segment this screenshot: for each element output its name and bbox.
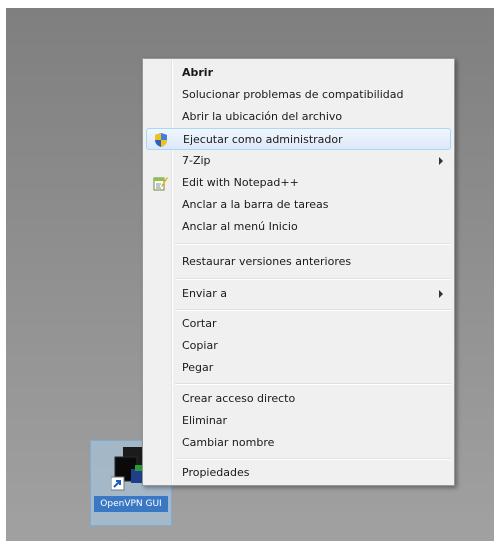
menu-item-abrir-ubicacion[interactable]: Abrir la ubicación del archivo [146, 106, 451, 128]
menu-item-7zip[interactable]: 7-Zip [146, 150, 451, 172]
menu-item-label: Anclar a la barra de tareas [182, 198, 329, 211]
menu-item-crear-acceso-directo[interactable]: Crear acceso directo [146, 388, 451, 410]
menu-separator [175, 278, 451, 280]
submenu-arrow-icon [439, 157, 443, 165]
menu-item-label: Edit with Notepad++ [182, 176, 299, 189]
menu-item-label: Abrir la ubicación del archivo [182, 110, 343, 123]
menu-item-label: Abrir [182, 66, 214, 79]
menu-item-label: Cortar [182, 317, 217, 330]
menu-separator [175, 458, 451, 460]
menu-item-anclar-menu-inicio[interactable]: Anclar al menú Inicio [146, 216, 451, 238]
menu-item-solucionar-compatibilidad[interactable]: Solucionar problemas de compatibilidad [146, 84, 451, 106]
menu-separator [175, 383, 451, 385]
menu-item-label: Copiar [182, 339, 218, 352]
context-menu: Abrir Solucionar problemas de compatibil… [142, 58, 455, 486]
menu-item-label: Anclar al menú Inicio [182, 220, 298, 233]
menu-item-pegar[interactable]: Pegar [146, 357, 451, 379]
menu-item-propiedades[interactable]: Propiedades [146, 462, 451, 484]
menu-item-ejecutar-administrador[interactable]: Ejecutar como administrador [146, 128, 451, 150]
menu-item-label: Enviar a [182, 287, 227, 300]
menu-item-copiar[interactable]: Copiar [146, 335, 451, 357]
menu-item-eliminar[interactable]: Eliminar [146, 410, 451, 432]
menu-item-label: 7-Zip [182, 154, 211, 167]
menu-item-label: Solucionar problemas de compatibilidad [182, 88, 404, 101]
menu-item-edit-notepad[interactable]: Edit with Notepad++ [146, 172, 451, 194]
menu-item-anclar-barra-tareas[interactable]: Anclar a la barra de tareas [146, 194, 451, 216]
menu-item-label: Cambiar nombre [182, 436, 275, 449]
menu-item-label: Crear acceso directo [182, 392, 296, 405]
menu-item-label: Restaurar versiones anteriores [182, 255, 352, 268]
menu-item-restaurar-versiones[interactable]: Restaurar versiones anteriores [146, 251, 451, 273]
menu-item-abrir[interactable]: Abrir [146, 62, 451, 84]
notepad-plus-plus-icon [153, 177, 168, 191]
uac-shield-icon [155, 133, 167, 147]
menu-separator [175, 309, 451, 311]
menu-separator [175, 243, 451, 245]
desktop-icon-label: OpenVPN GUI [94, 496, 168, 512]
menu-item-label: Propiedades [182, 466, 250, 479]
submenu-arrow-icon [439, 290, 443, 298]
menu-item-label: Pegar [182, 361, 214, 374]
menu-item-enviar-a[interactable]: Enviar a [146, 283, 451, 305]
desktop[interactable]: OpenVPN GUI Abrir Solucionar problemas d… [6, 8, 494, 541]
menu-item-label: Ejecutar como administrador [183, 133, 343, 146]
menu-item-label: Eliminar [182, 414, 228, 427]
menu-item-cortar[interactable]: Cortar [146, 313, 451, 335]
menu-item-cambiar-nombre[interactable]: Cambiar nombre [146, 432, 451, 454]
